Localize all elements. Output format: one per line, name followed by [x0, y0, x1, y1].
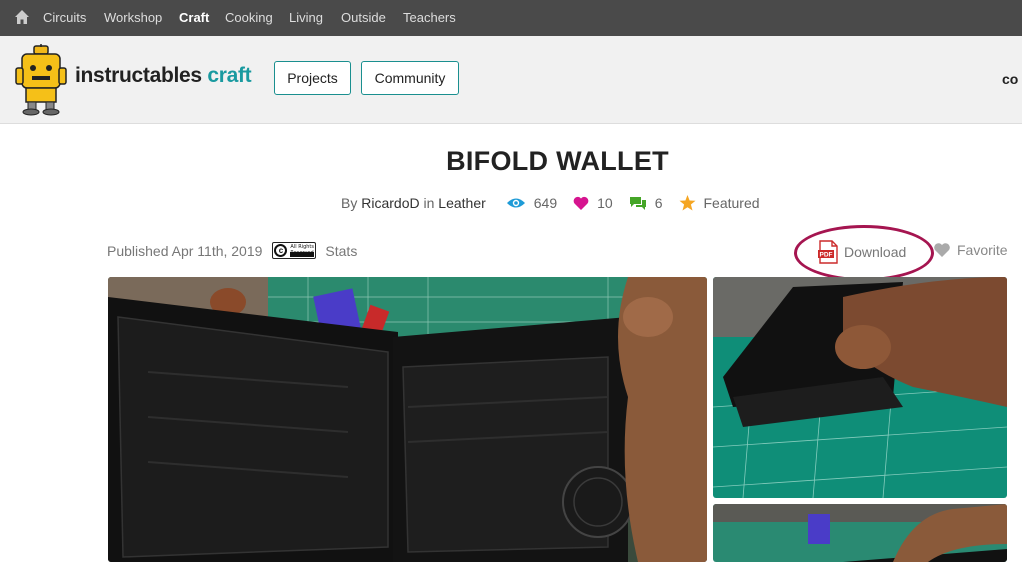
nav-craft[interactable]: Craft	[179, 10, 209, 25]
author-link[interactable]: RicardoD	[361, 195, 419, 211]
page-title: BIFOLD WALLET	[446, 146, 669, 176]
site-logo[interactable]: instructables craft	[75, 64, 252, 88]
nav-cooking[interactable]: Cooking	[225, 10, 273, 25]
side-photo-1[interactable]	[713, 277, 1007, 498]
comments-count: 6	[654, 195, 663, 211]
views-stat: 649	[506, 195, 557, 211]
wallet-hand-photo-image	[713, 504, 1007, 562]
robot-logo-icon[interactable]	[14, 44, 70, 116]
by-prefix: By	[341, 195, 358, 211]
in-prefix: in	[423, 195, 435, 211]
nav-living[interactable]: Living	[289, 10, 323, 25]
nav-outside[interactable]: Outside	[341, 10, 386, 25]
nav-circuits[interactable]: Circuits	[43, 10, 86, 25]
eye-icon	[506, 198, 525, 208]
main-photo[interactable]	[108, 277, 707, 562]
published-row: Published Apr 11th, 2019 c All Rights Re…	[107, 242, 357, 259]
featured-label: Featured	[703, 195, 760, 211]
wallet-open-photo-image	[713, 277, 1007, 498]
heart-icon	[573, 196, 589, 210]
logo-channel: craft	[207, 64, 252, 87]
views-count: 649	[533, 195, 558, 211]
side-photo-2[interactable]	[713, 504, 1007, 562]
download-highlight-ring	[794, 225, 934, 281]
favorites-count: 10	[597, 195, 613, 211]
top-nav: Circuits Workshop Craft Cooking Living O…	[0, 0, 1022, 36]
heart-outline-icon	[934, 243, 950, 257]
home-icon[interactable]	[14, 9, 30, 25]
stats-link[interactable]: Stats	[325, 243, 357, 259]
favorites-stat: 10	[573, 195, 613, 211]
favorite-button[interactable]: Favorite	[933, 242, 1008, 258]
star-icon	[679, 195, 695, 211]
category-link[interactable]: Leather	[438, 195, 485, 211]
featured-badge: Featured	[679, 195, 760, 211]
comment-icon	[629, 196, 646, 210]
community-button[interactable]: Community	[361, 61, 459, 95]
byline: By RicardoD in Leather 649 10 6 Featured	[341, 195, 760, 211]
logo-word: instructables	[75, 64, 202, 87]
nav-teachers[interactable]: Teachers	[403, 10, 456, 25]
favorite-label: Favorite	[957, 242, 1008, 258]
comments-stat: 6	[629, 195, 663, 211]
wallet-photo-image	[108, 277, 707, 562]
nav-workshop[interactable]: Workshop	[104, 10, 162, 25]
projects-button[interactable]: Projects	[274, 61, 351, 95]
site-header: instructables craft Projects Community c…	[0, 36, 1022, 124]
published-date: Published Apr 11th, 2019	[107, 242, 263, 259]
header-right-cutoff[interactable]: co	[1002, 71, 1018, 87]
license-badge[interactable]: c All Rights Reserved	[272, 242, 317, 259]
